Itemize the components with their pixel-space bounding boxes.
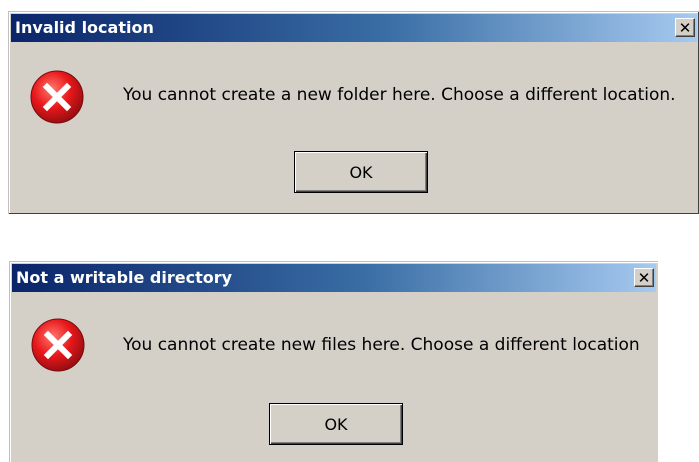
ok-button[interactable]: OK	[269, 403, 403, 445]
invalid-location-dialog: Invalid location ✕ You cannot create a n…	[8, 11, 699, 214]
dialog-title: Not a writable directory	[16, 268, 233, 287]
close-button[interactable]: ✕	[675, 18, 695, 37]
close-button[interactable]: ✕	[634, 268, 654, 287]
not-writable-dialog: Not a writable directory ✕ You cannot cr…	[9, 261, 658, 462]
dialog-message: You cannot create a new folder here. Cho…	[123, 85, 676, 105]
close-icon: ✕	[678, 19, 692, 37]
dialog-message: You cannot create new files here. Choose…	[123, 335, 640, 355]
close-icon: ✕	[637, 269, 651, 287]
error-icon	[31, 318, 85, 372]
title-bar[interactable]: Invalid location ✕	[11, 14, 697, 42]
title-bar[interactable]: Not a writable directory ✕	[12, 264, 656, 292]
ok-button[interactable]: OK	[294, 151, 428, 193]
dialog-title: Invalid location	[15, 18, 154, 37]
error-icon	[30, 70, 84, 124]
